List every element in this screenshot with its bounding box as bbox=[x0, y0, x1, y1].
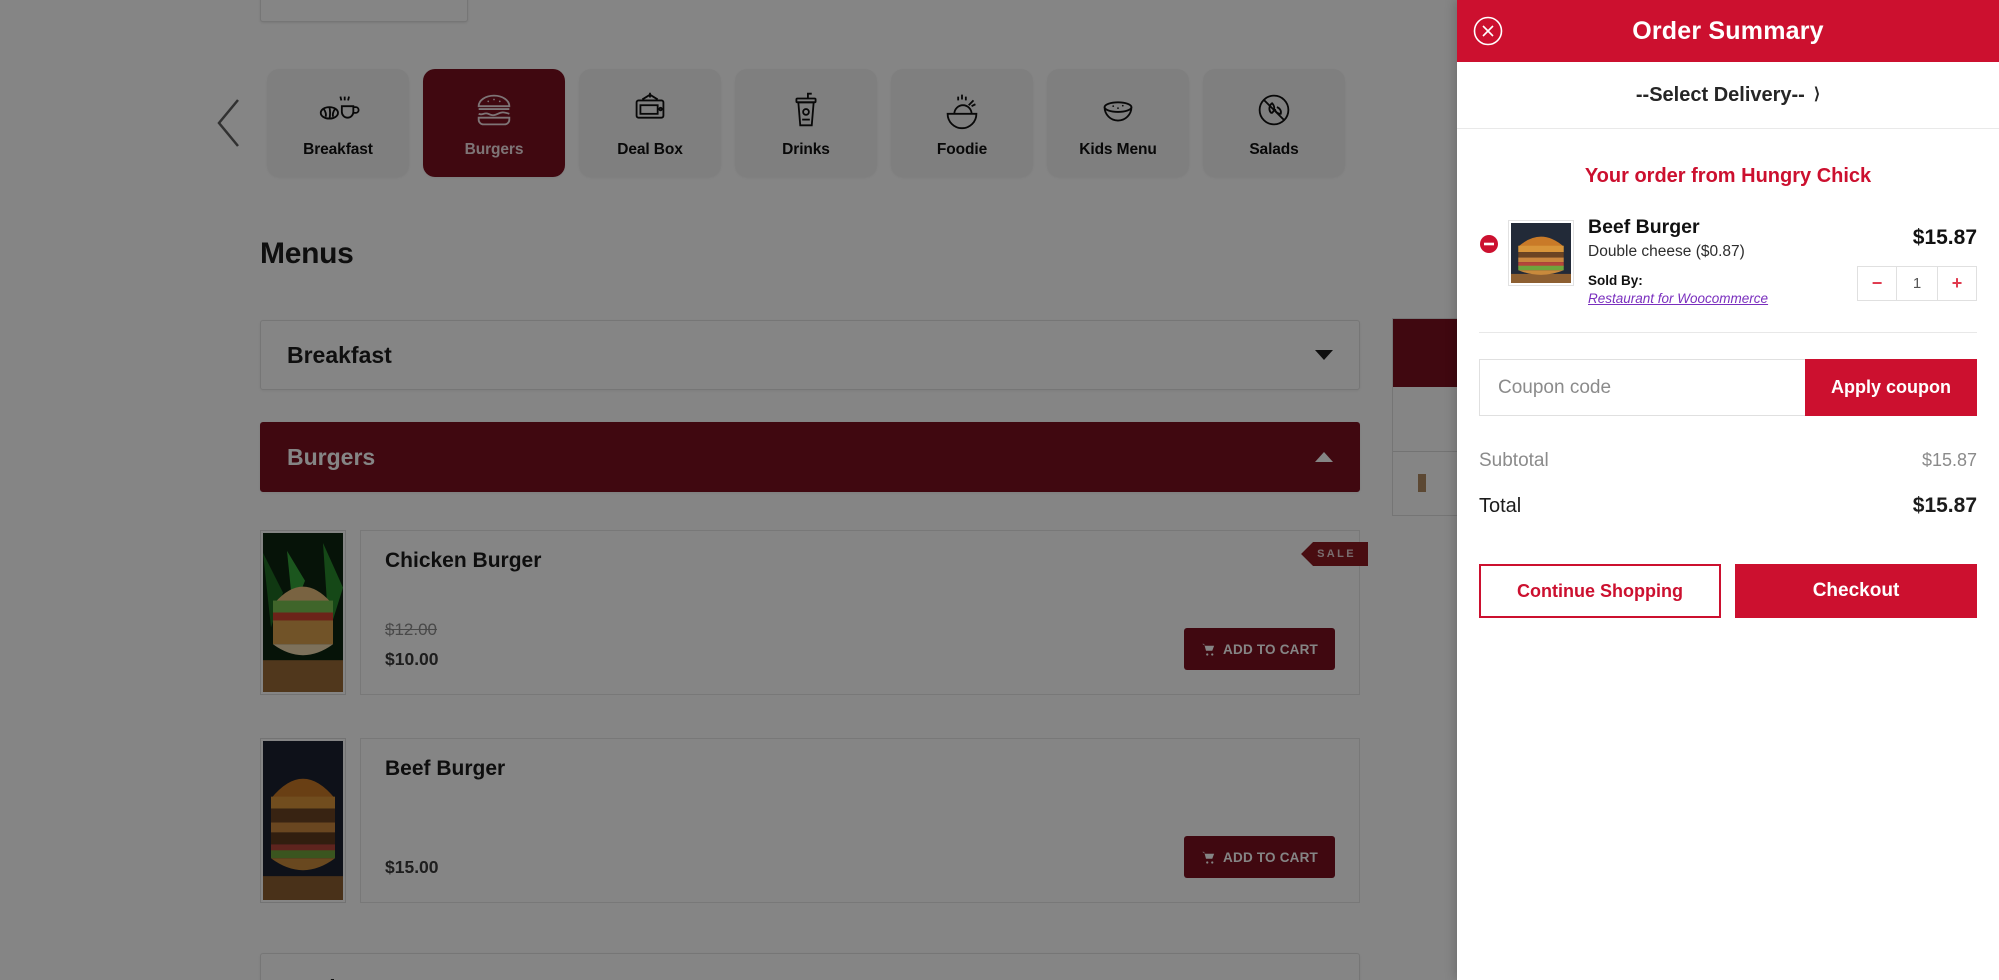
beef-burger-image bbox=[1511, 223, 1571, 283]
total-label: Total bbox=[1479, 495, 1522, 518]
delivery-select[interactable]: --Select Delivery-- ⟩ bbox=[1457, 62, 1999, 129]
cart-item-thumbnail bbox=[1508, 220, 1574, 286]
total-value: $15.87 bbox=[1912, 494, 1977, 518]
remove-circle-icon bbox=[1480, 235, 1498, 253]
subtotal-row: Subtotal $15.87 bbox=[1479, 438, 1977, 494]
sold-by-label: Sold By: bbox=[1588, 273, 1643, 289]
close-circle-icon bbox=[1473, 16, 1503, 46]
cart-item-name: Beef Burger bbox=[1588, 216, 1700, 238]
remove-item-button[interactable] bbox=[1479, 234, 1499, 254]
page-root: Breakfast Burgers Deal Box Drinks Foodie… bbox=[0, 0, 1999, 980]
order-from-heading: Your order from Hungry Chick bbox=[1584, 165, 1872, 187]
quantity-stepper: − 1 + bbox=[1857, 266, 1977, 301]
coupon-input[interactable] bbox=[1479, 359, 1805, 417]
modal-overlay[interactable] bbox=[0, 0, 1457, 980]
quantity-input[interactable]: 1 bbox=[1896, 267, 1938, 300]
cart-actions: Continue Shopping Checkout bbox=[1479, 526, 1977, 619]
close-button[interactable] bbox=[1471, 14, 1505, 48]
order-summary-title: Order Summary bbox=[1632, 16, 1824, 45]
checkout-button[interactable]: Checkout bbox=[1735, 564, 1977, 619]
cart-item-price: $15.87 bbox=[1912, 226, 1977, 249]
divider bbox=[1479, 332, 1977, 334]
continue-shopping-button[interactable]: Continue Shopping bbox=[1479, 564, 1721, 619]
cart-item-right: $15.87 − 1 + bbox=[1857, 216, 1977, 301]
subtotal-label: Subtotal bbox=[1479, 450, 1549, 472]
apply-coupon-button[interactable]: Apply coupon bbox=[1805, 359, 1977, 417]
order-summary-panel: Order Summary --Select Delivery-- ⟩ Your… bbox=[1457, 0, 1999, 980]
cart-item-info: Beef Burger Double cheese ($0.87) Sold B… bbox=[1583, 216, 1848, 306]
cart-item-option: Double cheese ($0.87) bbox=[1588, 243, 1745, 261]
coupon-row: Apply coupon bbox=[1479, 359, 1977, 417]
chevron-down-icon: ⟩ bbox=[1813, 86, 1821, 103]
totals-section: Subtotal $15.87 Total $15.87 bbox=[1479, 416, 1977, 526]
delivery-select-value: --Select Delivery-- bbox=[1635, 83, 1805, 106]
quantity-decrease-button[interactable]: − bbox=[1858, 267, 1896, 300]
cart-line-item: Beef Burger Double cheese ($0.87) Sold B… bbox=[1479, 216, 1977, 328]
subtotal-value: $15.87 bbox=[1921, 450, 1977, 471]
order-summary-header: Order Summary bbox=[1457, 0, 1999, 62]
order-summary-body: Your order from Hungry Chick Beef Burger… bbox=[1457, 129, 1999, 980]
total-row: Total $15.87 bbox=[1479, 494, 1977, 526]
quantity-increase-button[interactable]: + bbox=[1938, 267, 1976, 300]
vendor-link[interactable]: Restaurant for Woocommerce bbox=[1588, 291, 1848, 306]
